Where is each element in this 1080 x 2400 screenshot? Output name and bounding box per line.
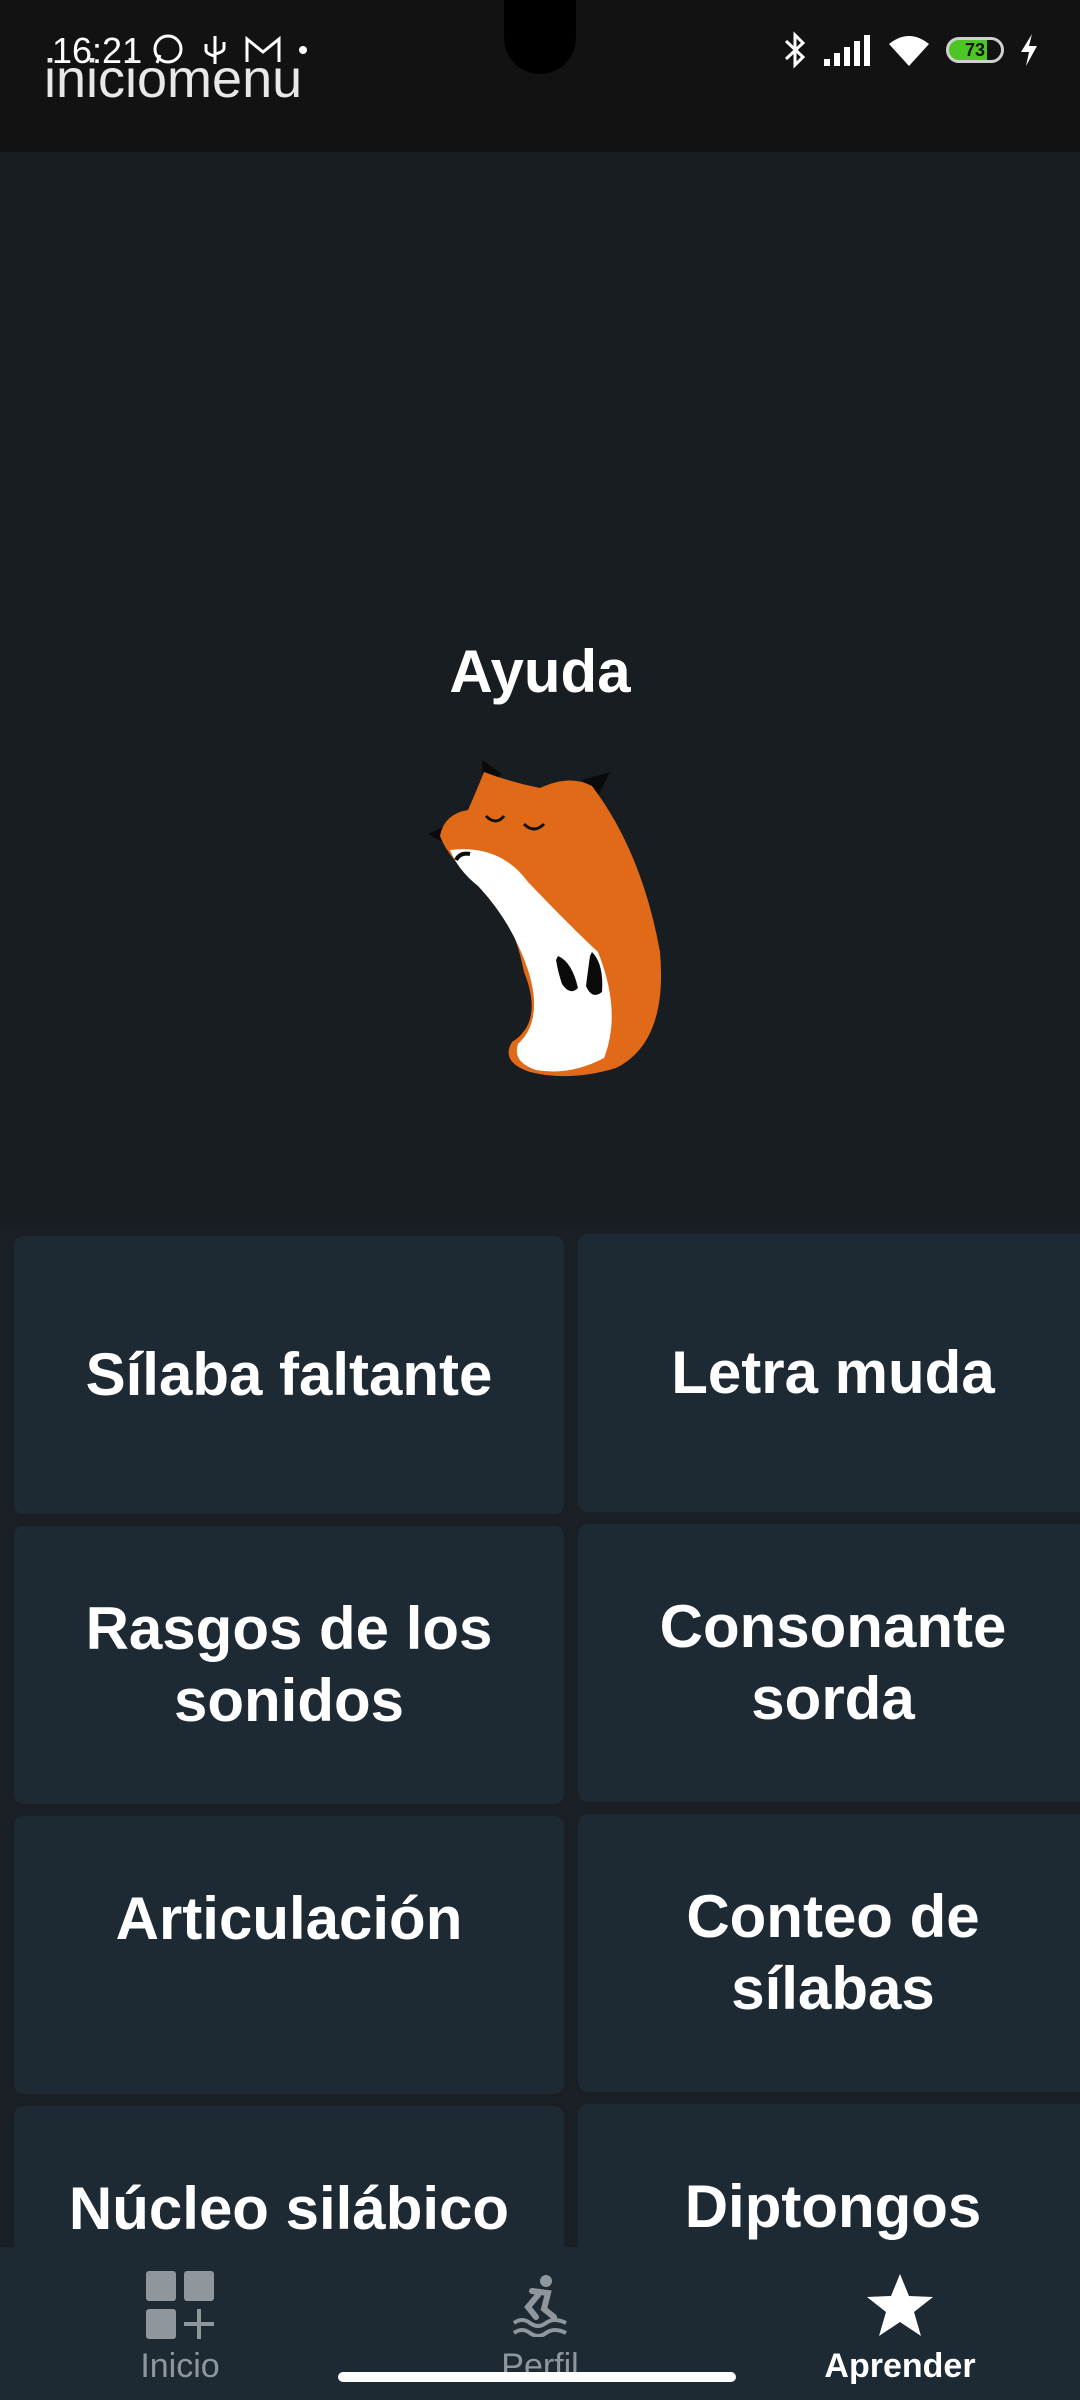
grid-plus-icon xyxy=(144,2267,216,2343)
bluetooth-icon xyxy=(784,31,806,69)
home-indicator[interactable] xyxy=(338,2372,736,2382)
nav-item-inicio[interactable]: Inicio xyxy=(30,2247,330,2400)
system-icons: 73 xyxy=(782,28,1040,72)
battery-level: 73 xyxy=(964,39,986,60)
nav-label-aprender: Aprender xyxy=(824,2347,976,2385)
tile-label: Núcleo silábico xyxy=(68,2175,510,2242)
tile-label: Conteo de sílabas xyxy=(686,1883,980,2022)
page-title: Ayuda xyxy=(449,638,631,705)
tile-conteo-de-silabas[interactable]: Conteo de sílabas xyxy=(578,1814,1080,2092)
tile-silaba-faltante[interactable]: Sílaba faltante xyxy=(14,1236,564,1514)
nav-label-inicio: Inicio xyxy=(140,2347,220,2385)
app-title: iniciomenu xyxy=(44,49,303,109)
surfer-icon xyxy=(508,2267,572,2343)
tile-consonante-sorda[interactable]: Consonante sorda xyxy=(578,1524,1080,1802)
fox-mascot xyxy=(428,760,662,1077)
signal-icon xyxy=(824,35,870,66)
tile-articulacion[interactable]: Articulación xyxy=(14,1816,564,2094)
status-bar: 16:21 iniciomenu 73 xyxy=(0,0,1080,152)
tile-label: Consonante sorda xyxy=(659,1593,1007,1732)
camera-notch xyxy=(504,0,576,74)
tile-label: Sílaba faltante xyxy=(85,1341,493,1408)
tile-letra-muda[interactable]: Letra muda xyxy=(578,1234,1080,1512)
wifi-icon xyxy=(889,36,929,66)
tile-label: Rasgos de los sonidos xyxy=(85,1595,493,1734)
tile-label: Articulación xyxy=(115,1885,463,1952)
battery-icon: 73 xyxy=(946,37,1004,63)
tile-rasgos-de-los-sonidos[interactable]: Rasgos de los sonidos xyxy=(14,1526,564,1804)
tile-label: Diptongos xyxy=(684,2173,982,2240)
charging-icon xyxy=(1021,34,1037,66)
star-icon xyxy=(865,2267,935,2343)
nav-item-aprender[interactable]: Aprender xyxy=(750,2247,1050,2400)
tile-label: Letra muda xyxy=(671,1339,995,1406)
